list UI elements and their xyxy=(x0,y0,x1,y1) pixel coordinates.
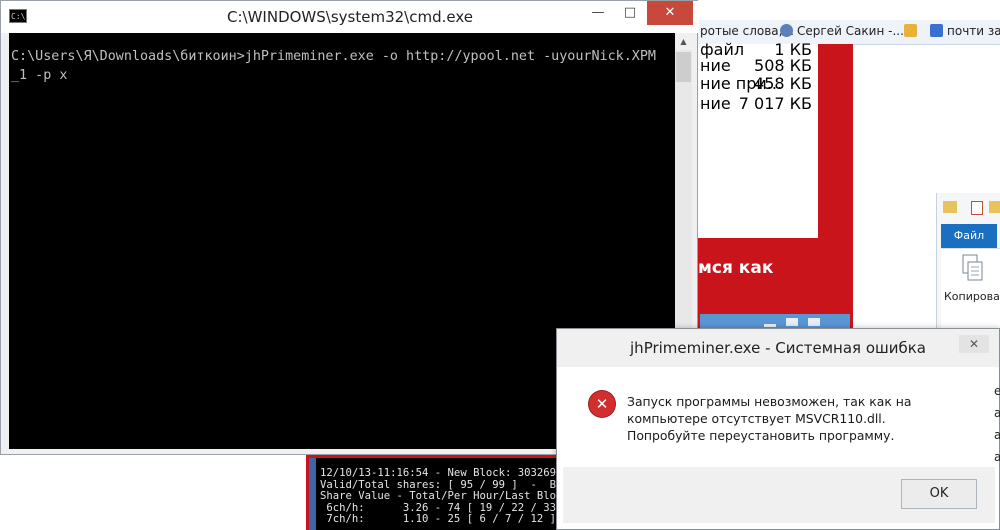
bookmark-label: почти зас xyxy=(947,24,1000,38)
background-text-fragment: е а а а xyxy=(994,384,1000,464)
dialog-titlebar[interactable]: jhPrimeminer.exe - Системная ошибка ✕ xyxy=(557,329,999,367)
cmd-titlebar[interactable]: C:\. C:\WINDOWS\system32\cmd.exe — □ ✕ xyxy=(1,1,699,33)
miner-line: 7ch/h: 1.10 - 25 [ 6 / 7 / 12 ] xyxy=(320,513,556,525)
close-icon[interactable] xyxy=(808,318,820,326)
google-icon xyxy=(930,24,943,37)
maximize-button[interactable]: □ xyxy=(615,1,645,25)
file-size: 7 017 КБ xyxy=(738,94,812,113)
bookmark-item[interactable]: почти зас xyxy=(930,24,1000,38)
folder-icon xyxy=(904,24,917,37)
ok-button[interactable]: OK xyxy=(901,479,977,509)
file-row[interactable]: ние 7 017 КБ xyxy=(698,94,818,113)
copy-button-label[interactable]: Копироват xyxy=(944,290,1000,303)
miner-line: 12/10/13-11:16:54 - New Block: 303269 xyxy=(320,467,556,479)
dialog-close-button[interactable]: ✕ xyxy=(959,335,989,353)
bookmark-item[interactable] xyxy=(904,24,921,38)
miner-console-output: 12/10/13-11:16:54 - New Block: 303269 Val… xyxy=(316,458,556,530)
error-icon: ✕ xyxy=(589,391,615,417)
file-name: ние xyxy=(700,56,731,75)
file-name: ние xyxy=(700,94,731,113)
minimize-button[interactable]: — xyxy=(583,1,613,25)
folder-icon xyxy=(943,201,957,213)
maximize-icon[interactable] xyxy=(786,318,798,326)
tab-file[interactable]: Файл xyxy=(941,224,997,248)
new-folder-icon[interactable] xyxy=(989,201,1000,213)
scrollbar-thumb[interactable] xyxy=(676,52,691,82)
web-page-heading: мся как xyxy=(698,258,774,278)
copy-icon[interactable] xyxy=(962,254,984,282)
minimize-icon[interactable] xyxy=(764,324,776,327)
console-line: C:\Users\Я\Downloads\биткоин>jhPrimemine… xyxy=(11,49,656,64)
dialog-title: jhPrimeminer.exe - Системная ошибка xyxy=(630,339,926,357)
file-size: 508 КБ xyxy=(754,56,812,75)
bookmark-label: Сергей Сакин -... xyxy=(797,24,904,38)
file-row[interactable]: ние 508 КБ xyxy=(698,56,818,75)
explorer-file-list: файл 1 КБ ние 508 КБ ние при... 458 КБ ние 7… xyxy=(698,40,818,238)
error-dialog: jhPrimeminer.exe - Системная ошибка ✕ ✕ … xyxy=(556,328,1000,530)
close-button[interactable]: ✕ xyxy=(647,1,693,25)
file-row[interactable]: ние при... 458 КБ xyxy=(698,74,818,93)
console-line: _1 -p x xyxy=(11,68,68,83)
bookmark-item[interactable]: Сергей Сакин -... xyxy=(780,24,904,38)
properties-icon[interactable] xyxy=(971,201,983,215)
chrome-icon xyxy=(780,24,793,37)
scroll-up-icon[interactable]: ▲ xyxy=(675,33,692,50)
miner-window-edge xyxy=(309,458,316,530)
file-size: 458 КБ xyxy=(754,74,812,93)
miner-line: Share Value - Total/Per Hour/Last Blo xyxy=(320,490,556,502)
dialog-message: Запуск программы невозможен, так как на … xyxy=(627,394,912,443)
